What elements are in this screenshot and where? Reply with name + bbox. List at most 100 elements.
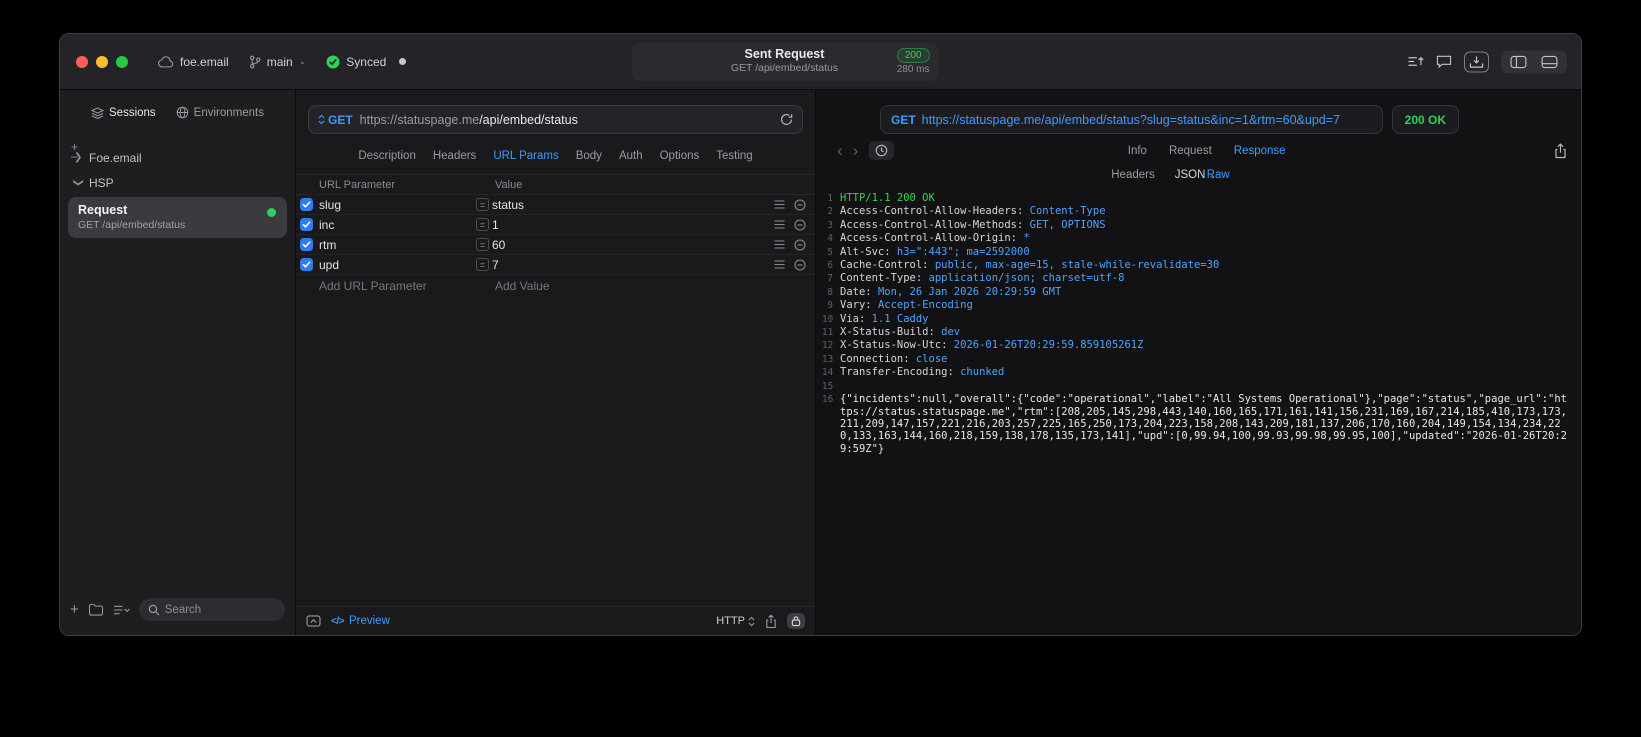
minimize-window-button[interactable]: [96, 55, 108, 68]
request-list-item[interactable]: Request GET /api/embed/status: [68, 197, 287, 238]
request-tab-auth[interactable]: Auth: [619, 150, 643, 162]
response-line-13: 13 Connection: close: [822, 353, 1573, 366]
equals-icon: =: [476, 218, 489, 231]
response-body[interactable]: 1 HTTP/1.1 200 OK 2 Access-Control-Allow-He…: [816, 190, 1581, 635]
protocol-sort-icon: [748, 616, 755, 627]
add-url-parameter-placeholder[interactable]: Add URL Parameter: [319, 279, 495, 293]
request-tab-headers[interactable]: Headers: [433, 150, 476, 162]
param-value[interactable]: 1: [492, 218, 774, 232]
line-number: 10: [822, 313, 834, 325]
response-line-8: 8 Date: Mon, 26 Jan 2026 20:29:59 GMT: [822, 286, 1573, 299]
close-window-button[interactable]: [76, 55, 88, 68]
response-tab-response[interactable]: Response: [1234, 145, 1286, 157]
view-tab-json[interactable]: JSON ⌄: [1175, 169, 1216, 181]
search-field[interactable]: [138, 598, 285, 621]
add-value-placeholder[interactable]: Add Value: [495, 279, 815, 293]
header-value: *: [1023, 232, 1030, 245]
response-view-tabs: Headers JSON ⌄ Raw: [788, 169, 1553, 181]
export-icon[interactable]: [1554, 142, 1567, 159]
request-summary-capsule[interactable]: Sent Request GET /api/embed/status 200 2…: [631, 43, 938, 81]
response-line-10: 10 Via: 1.1 Caddy: [822, 313, 1573, 326]
line-content: Cache-Control: public, max-age=15, stale…: [840, 259, 1219, 272]
view-tab-raw[interactable]: Raw: [1207, 169, 1230, 181]
refresh-icon[interactable]: [780, 113, 793, 126]
collapse-panel-icon[interactable]: [306, 615, 321, 627]
param-enabled-checkbox[interactable]: [300, 218, 313, 231]
method-selector[interactable]: GET: [318, 113, 353, 127]
header-name: Transfer-Encoding:: [840, 366, 961, 379]
sync-status-label[interactable]: Synced: [346, 55, 386, 69]
request-tab-description[interactable]: Description: [358, 150, 416, 162]
add-request-button[interactable]: +: [70, 602, 79, 617]
request-tab-options[interactable]: Options: [660, 150, 700, 162]
response-tab-request[interactable]: Request: [1169, 145, 1212, 157]
request-summary-path: GET /api/embed/status: [730, 62, 839, 74]
remove-session-button[interactable]: –: [71, 150, 78, 162]
remove-param-icon[interactable]: [794, 258, 806, 271]
response-panel: GET https://statuspage.me/api/embed/stat…: [816, 90, 1581, 635]
remove-param-icon[interactable]: [794, 198, 806, 211]
search-input[interactable]: [164, 603, 276, 616]
protocol-selector[interactable]: HTTP: [716, 615, 755, 627]
remove-param-icon[interactable]: [794, 238, 806, 251]
row-menu-icon[interactable]: [774, 240, 785, 249]
new-folder-icon[interactable]: [88, 603, 104, 616]
branch-name[interactable]: main: [267, 55, 293, 69]
row-menu-icon[interactable]: [774, 220, 785, 229]
preview-button[interactable]: </> Preview: [331, 615, 390, 627]
request-tab-body[interactable]: Body: [576, 150, 602, 162]
response-nav: ‹ › Info Request Response: [832, 141, 1567, 160]
zoom-window-button[interactable]: [116, 55, 128, 68]
history-icon[interactable]: [869, 141, 895, 160]
remove-param-icon[interactable]: [794, 218, 806, 231]
project-name[interactable]: foe.email: [180, 55, 229, 69]
tab-environments[interactable]: Environments: [176, 106, 264, 119]
share-icon[interactable]: [765, 613, 777, 629]
line-number: 16: [822, 394, 834, 406]
sessions-stack-icon: [91, 106, 104, 119]
request-url-bar[interactable]: GET https://statuspage.me/api/embed/stat…: [308, 105, 803, 134]
toggle-bottom-panel-icon[interactable]: [1541, 55, 1558, 68]
chevron-down-icon[interactable]: ⌄: [299, 57, 307, 66]
row-menu-icon[interactable]: [774, 200, 785, 209]
sort-list-icon[interactable]: [113, 604, 130, 616]
param-enabled-checkbox[interactable]: [300, 258, 313, 271]
tree-item-foe-email[interactable]: ❯ Foe.email: [66, 145, 289, 170]
line-number: 2: [827, 206, 833, 218]
param-value[interactable]: 60: [492, 238, 774, 252]
request-tab-url-params[interactable]: URL Params: [493, 150, 558, 162]
add-param-row[interactable]: Add URL Parameter Add Value: [296, 275, 815, 297]
response-tab-info[interactable]: Info: [1128, 145, 1147, 157]
request-success-dot: [267, 208, 276, 217]
back-button[interactable]: ‹: [832, 142, 848, 159]
param-key[interactable]: upd: [319, 258, 476, 272]
lock-icon[interactable]: [787, 613, 805, 629]
view-tab-headers[interactable]: Headers: [1111, 169, 1154, 181]
request-url[interactable]: https://statuspage.me/api/embed/status: [360, 113, 578, 127]
download-tray-icon[interactable]: [1464, 51, 1489, 72]
param-key[interactable]: inc: [319, 218, 476, 232]
equals-icon: =: [476, 258, 489, 271]
param-key[interactable]: slug: [319, 198, 476, 212]
param-key[interactable]: rtm: [319, 238, 476, 252]
tree-item-hsp[interactable]: ❯ HSP: [66, 170, 289, 195]
sent-request-url[interactable]: GET https://statuspage.me/api/embed/stat…: [880, 105, 1383, 134]
method-label: GET: [891, 112, 916, 127]
param-enabled-checkbox[interactable]: [300, 238, 313, 251]
comment-icon[interactable]: [1436, 55, 1452, 69]
param-value[interactable]: status: [492, 198, 774, 212]
request-tab-testing[interactable]: Testing: [716, 150, 752, 162]
import-list-icon[interactable]: [1407, 55, 1424, 69]
param-value[interactable]: 7: [492, 258, 774, 272]
line-content: Access-Control-Allow-Methods: GET, OPTIO…: [840, 219, 1106, 232]
header-value: application/json; charset=utf-8: [928, 272, 1125, 285]
param-enabled-checkbox[interactable]: [300, 198, 313, 211]
toggle-sidebar-icon[interactable]: [1510, 55, 1527, 68]
line-content: Content-Type: application/json; charset=…: [840, 272, 1124, 285]
forward-button[interactable]: ›: [848, 142, 864, 159]
param-row-upd: upd = 7: [296, 255, 815, 275]
tab-sessions[interactable]: Sessions: [91, 106, 156, 119]
row-menu-icon[interactable]: [774, 260, 785, 269]
status-line-text: HTTP/1.1 200 OK: [840, 192, 935, 204]
line-number: 3: [827, 219, 833, 231]
